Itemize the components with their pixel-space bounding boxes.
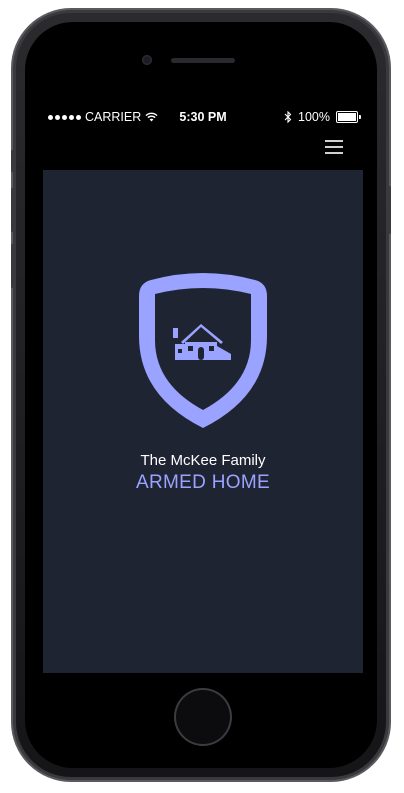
battery-percentage: 100% [298, 110, 330, 124]
bluetooth-icon [284, 111, 292, 123]
battery-level [338, 113, 356, 121]
front-camera [142, 55, 152, 65]
battery-icon [336, 111, 361, 123]
home-button[interactable] [176, 690, 230, 744]
power-button [388, 186, 391, 234]
earpiece-speaker [171, 58, 235, 63]
volume-down-button [11, 244, 14, 288]
hamburger-menu-icon [325, 140, 343, 142]
status-right: 100% [284, 110, 361, 124]
armed-status: ARMED HOME [136, 472, 270, 493]
app-screen: The McKee Family ARMED HOME [43, 170, 363, 673]
family-name: The McKee Family [140, 452, 266, 469]
mute-switch [11, 150, 14, 172]
shield-home-icon [139, 273, 267, 428]
menu-button[interactable] [325, 140, 345, 156]
volume-up-button [11, 188, 14, 232]
status-bar: CARRIER 5:30 PM 100% [44, 107, 362, 127]
